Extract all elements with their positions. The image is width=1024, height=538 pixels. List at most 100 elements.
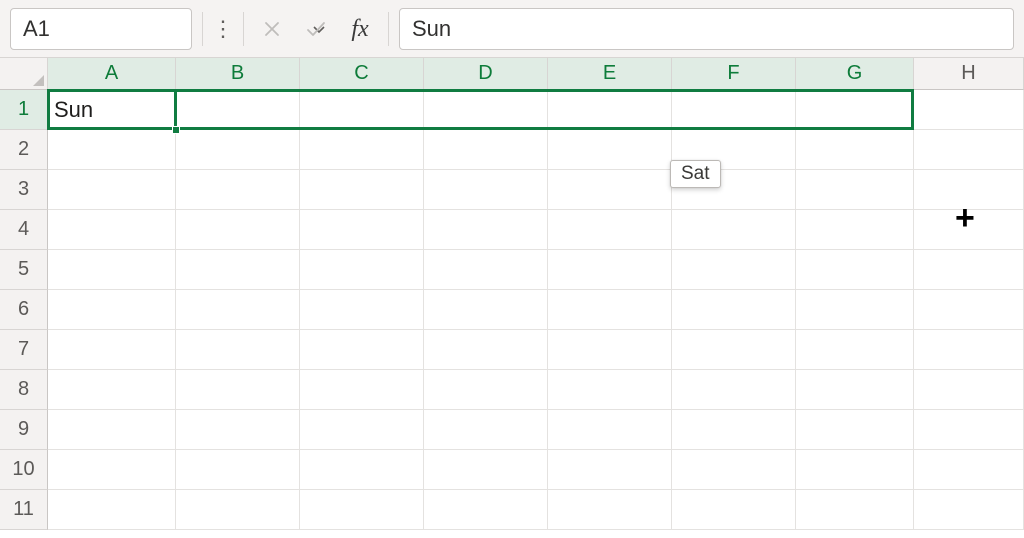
cell-D7[interactable]: [424, 330, 548, 370]
row-header-11[interactable]: 11: [0, 490, 48, 530]
cell-D9[interactable]: [424, 410, 548, 450]
cell-E7[interactable]: [548, 330, 672, 370]
row-header-10[interactable]: 10: [0, 450, 48, 490]
formula-input[interactable]: Sun: [399, 8, 1014, 50]
cell-C7[interactable]: [300, 330, 424, 370]
row-header-5[interactable]: 5: [0, 250, 48, 290]
cell-E3[interactable]: [548, 170, 672, 210]
row-header-6[interactable]: 6: [0, 290, 48, 330]
cell-F4[interactable]: [672, 210, 796, 250]
cell-A9[interactable]: [48, 410, 176, 450]
enter-formula-button[interactable]: [298, 11, 334, 47]
column-header-E[interactable]: E: [548, 58, 672, 90]
cell-E9[interactable]: [548, 410, 672, 450]
cell-E5[interactable]: [548, 250, 672, 290]
cell-C10[interactable]: [300, 450, 424, 490]
cell-F5[interactable]: [672, 250, 796, 290]
cell-C1[interactable]: [300, 90, 424, 130]
cancel-formula-button[interactable]: [254, 11, 290, 47]
cell-B10[interactable]: [176, 450, 300, 490]
cell-E11[interactable]: [548, 490, 672, 530]
cell-E2[interactable]: [548, 130, 672, 170]
select-all-corner[interactable]: [0, 58, 48, 90]
cell-E8[interactable]: [548, 370, 672, 410]
cell-D2[interactable]: [424, 130, 548, 170]
column-header-H[interactable]: H: [914, 58, 1024, 90]
cell-A3[interactable]: [48, 170, 176, 210]
cell-B5[interactable]: [176, 250, 300, 290]
cell-G7[interactable]: [796, 330, 914, 370]
column-header-G[interactable]: G: [796, 58, 914, 90]
cell-F1[interactable]: [672, 90, 796, 130]
cell-A1[interactable]: Sun: [48, 90, 176, 130]
cell-E4[interactable]: [548, 210, 672, 250]
cell-F8[interactable]: [672, 370, 796, 410]
cell-F3[interactable]: [672, 170, 796, 210]
cell-A2[interactable]: [48, 130, 176, 170]
cell-A4[interactable]: [48, 210, 176, 250]
cell-F7[interactable]: [672, 330, 796, 370]
row-header-2[interactable]: 2: [0, 130, 48, 170]
row-header-3[interactable]: 3: [0, 170, 48, 210]
cell-G8[interactable]: [796, 370, 914, 410]
cell-D11[interactable]: [424, 490, 548, 530]
cell-E10[interactable]: [548, 450, 672, 490]
cell-B6[interactable]: [176, 290, 300, 330]
more-options-icon[interactable]: ⋮: [213, 18, 233, 40]
cell-F9[interactable]: [672, 410, 796, 450]
cell-B2[interactable]: [176, 130, 300, 170]
cell-D1[interactable]: [424, 90, 548, 130]
spreadsheet-grid[interactable]: A B C D E F G H 1 Sun 2 3: [0, 58, 1024, 538]
cell-G3[interactable]: [796, 170, 914, 210]
cell-G11[interactable]: [796, 490, 914, 530]
cell-G9[interactable]: [796, 410, 914, 450]
cell-H9[interactable]: [914, 410, 1024, 450]
cell-G1[interactable]: [796, 90, 914, 130]
cell-G4[interactable]: [796, 210, 914, 250]
cell-D4[interactable]: [424, 210, 548, 250]
cell-D3[interactable]: [424, 170, 548, 210]
cell-D5[interactable]: [424, 250, 548, 290]
cell-E6[interactable]: [548, 290, 672, 330]
column-header-C[interactable]: C: [300, 58, 424, 90]
cell-A10[interactable]: [48, 450, 176, 490]
cell-A11[interactable]: [48, 490, 176, 530]
cell-H8[interactable]: [914, 370, 1024, 410]
cell-B4[interactable]: [176, 210, 300, 250]
cell-B11[interactable]: [176, 490, 300, 530]
name-box[interactable]: [10, 8, 192, 50]
cell-F2[interactable]: [672, 130, 796, 170]
cell-D8[interactable]: [424, 370, 548, 410]
cell-G5[interactable]: [796, 250, 914, 290]
cell-B9[interactable]: [176, 410, 300, 450]
cell-H5[interactable]: [914, 250, 1024, 290]
cell-A6[interactable]: [48, 290, 176, 330]
cell-H7[interactable]: [914, 330, 1024, 370]
cell-H11[interactable]: [914, 490, 1024, 530]
row-header-7[interactable]: 7: [0, 330, 48, 370]
row-header-9[interactable]: 9: [0, 410, 48, 450]
cell-F10[interactable]: [672, 450, 796, 490]
cell-C8[interactable]: [300, 370, 424, 410]
column-header-F[interactable]: F: [672, 58, 796, 90]
cell-B3[interactable]: [176, 170, 300, 210]
row-header-8[interactable]: 8: [0, 370, 48, 410]
cell-F11[interactable]: [672, 490, 796, 530]
cell-B7[interactable]: [176, 330, 300, 370]
cell-C4[interactable]: [300, 210, 424, 250]
cell-C6[interactable]: [300, 290, 424, 330]
cell-H10[interactable]: [914, 450, 1024, 490]
insert-function-button[interactable]: fx: [342, 11, 378, 47]
cell-H1[interactable]: [914, 90, 1024, 130]
cell-H3[interactable]: [914, 170, 1024, 210]
cell-B1[interactable]: [176, 90, 300, 130]
cell-A5[interactable]: [48, 250, 176, 290]
cell-H6[interactable]: [914, 290, 1024, 330]
cell-C5[interactable]: [300, 250, 424, 290]
row-header-4[interactable]: 4: [0, 210, 48, 250]
cell-C9[interactable]: [300, 410, 424, 450]
cell-C2[interactable]: [300, 130, 424, 170]
cell-G6[interactable]: [796, 290, 914, 330]
cell-E1[interactable]: [548, 90, 672, 130]
cell-G10[interactable]: [796, 450, 914, 490]
